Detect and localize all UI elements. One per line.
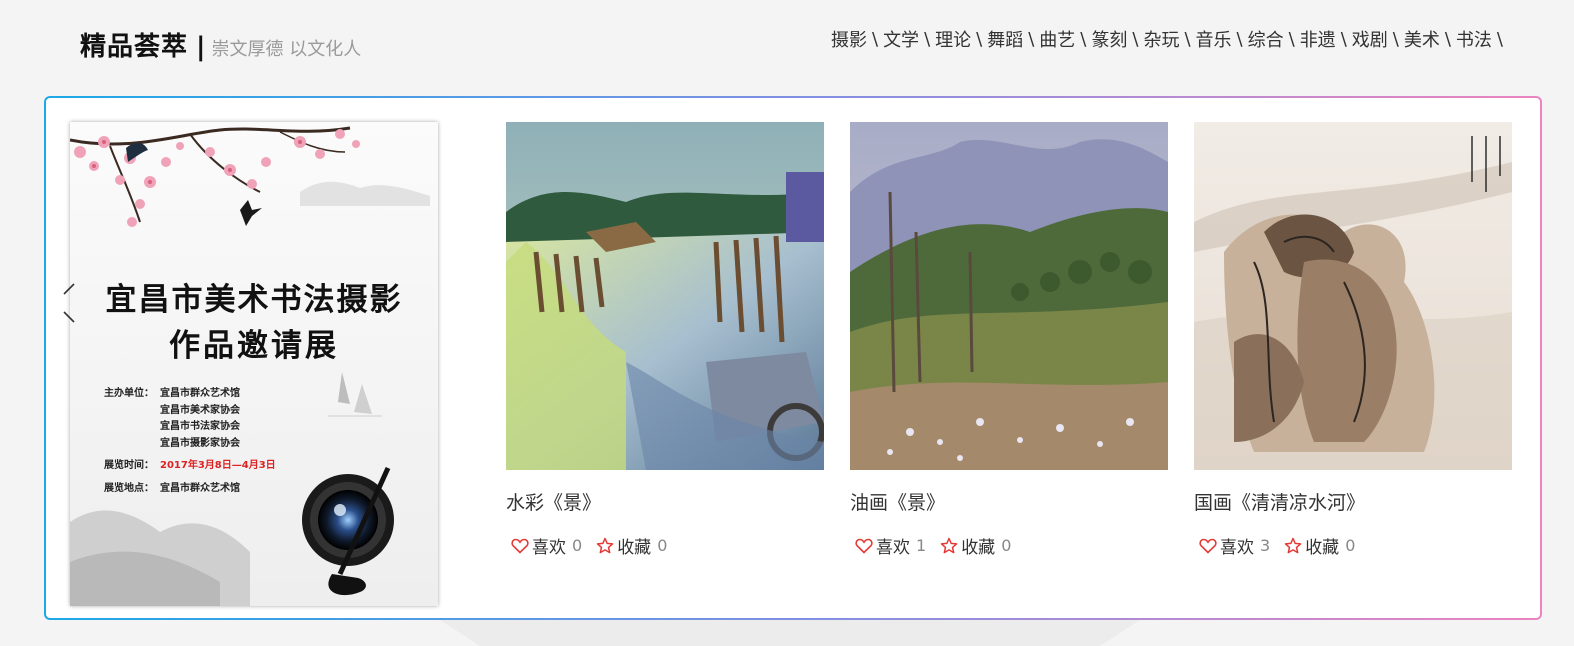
bottom-decoration <box>440 620 1140 646</box>
like-button[interactable]: 喜欢 3 <box>1199 533 1270 558</box>
heart-icon <box>1199 538 1217 554</box>
category-link-theory[interactable]: 理论 <box>935 26 971 52</box>
category-link-literature[interactable]: 文学 <box>883 26 919 52</box>
favorite-label: 收藏 <box>961 538 996 558</box>
nav-separator: \ <box>871 28 879 50</box>
category-link-heritage[interactable]: 非遗 <box>1300 26 1336 52</box>
artwork-image-watercolor[interactable] <box>506 122 824 470</box>
poster-venue-row: 展览地点： 宜昌市群众艺术馆 <box>104 481 276 498</box>
artwork-image-ink[interactable] <box>1194 122 1512 470</box>
category-link-drama[interactable]: 戏剧 <box>1352 26 1388 52</box>
poster-organizer: 宜昌市摄影家协会 <box>160 437 240 449</box>
star-icon <box>940 537 958 553</box>
poster-organizer: 宜昌市群众艺术馆 <box>160 388 240 399</box>
favorite-button[interactable]: 收藏 0 <box>596 533 667 558</box>
artwork-title[interactable]: 国画《清清凉水河》 <box>1194 488 1512 515</box>
section-header: 精品荟萃 | 崇文厚德 以文化人 <box>80 26 361 63</box>
poster-title-line-1: 宜昌市美术书法摄影 <box>105 282 403 318</box>
chevron-right-icon[interactable] <box>58 308 78 328</box>
favorite-button[interactable]: 收藏 0 <box>940 533 1011 558</box>
chevron-left-icon[interactable] <box>58 282 78 302</box>
category-link-seal-carving[interactable]: 篆刻 <box>1091 26 1127 52</box>
title-divider: | <box>196 32 206 62</box>
poster-organizer-row: 宜昌市美术家协会 <box>104 403 276 420</box>
star-icon <box>1284 537 1302 553</box>
poster-organizer-label: 主办单位： <box>104 388 154 399</box>
favorite-count: 0 <box>1001 536 1012 555</box>
poster-time-label: 展览时间： <box>104 460 154 471</box>
category-link-calligraphy[interactable]: 书法 <box>1456 26 1492 52</box>
like-count: 3 <box>1260 536 1271 555</box>
nav-separator: \ <box>1080 28 1087 50</box>
favorite-label: 收藏 <box>1305 538 1340 558</box>
nav-separator: \ <box>924 28 931 50</box>
heart-icon <box>855 538 873 554</box>
like-button[interactable]: 喜欢 1 <box>855 533 926 558</box>
nav-separator: \ <box>1132 28 1139 50</box>
poster-venue-value: 宜昌市群众艺术馆 <box>160 482 240 494</box>
poster-title-line-2: 作品邀请展 <box>169 328 339 364</box>
category-link-music[interactable]: 音乐 <box>1196 26 1232 52</box>
favorite-button[interactable]: 收藏 0 <box>1284 533 1355 558</box>
like-label: 喜欢 <box>532 538 566 558</box>
poster-organizer: 宜昌市美术家协会 <box>160 404 240 416</box>
artwork-title[interactable]: 油画《景》 <box>850 488 1168 515</box>
poster-organizer-row: 主办单位： 宜昌市群众艺术馆 <box>104 386 276 403</box>
artwork-card: 国画《清清凉水河》 喜欢 3 收藏 0 <box>1194 122 1512 558</box>
nav-separator: \ <box>1340 28 1347 50</box>
artwork-actions: 喜欢 1 收藏 0 <box>850 533 1168 558</box>
category-link-fine-arts[interactable]: 美术 <box>1404 26 1440 52</box>
star-icon <box>596 537 614 553</box>
section-subtitle: 崇文厚德 以文化人 <box>211 39 362 60</box>
showcase-panel: 宜昌市美术书法摄影 作品邀请展 主办单位： 宜昌市群众艺术馆 宜昌市美术家协会 … <box>44 96 1542 620</box>
like-label: 喜欢 <box>876 538 910 558</box>
exhibition-poster[interactable]: 宜昌市美术书法摄影 作品邀请展 主办单位： 宜昌市群众艺术馆 宜昌市美术家协会 … <box>70 122 438 606</box>
like-count: 1 <box>916 536 927 555</box>
poster-time-value: 2017年3月8日—4月3日 <box>160 460 276 471</box>
poster-venue-label: 展览地点： <box>104 482 154 494</box>
artwork-card: 水彩《景》 喜欢 0 收藏 0 <box>506 122 824 558</box>
nav-separator: \ <box>976 28 983 50</box>
poster-organizer-row: 宜昌市书法家协会 <box>104 419 276 436</box>
nav-separator: \ <box>1444 28 1451 50</box>
artwork-actions: 喜欢 3 收藏 0 <box>1194 533 1512 558</box>
category-link-dance[interactable]: 舞蹈 <box>987 26 1023 52</box>
artwork-image-oil[interactable] <box>850 122 1168 470</box>
artwork-actions: 喜欢 0 收藏 0 <box>506 533 824 558</box>
showcase-inner: 宜昌市美术书法摄影 作品邀请展 主办单位： 宜昌市群众艺术馆 宜昌市美术家协会 … <box>46 98 1540 618</box>
like-count: 0 <box>572 536 583 555</box>
like-button[interactable]: 喜欢 0 <box>511 533 582 558</box>
category-link-variety[interactable]: 杂玩 <box>1143 26 1179 52</box>
nav-separator: \ <box>1288 28 1295 50</box>
section-title: 精品荟萃 <box>80 32 189 62</box>
category-link-general[interactable]: 综合 <box>1248 26 1284 52</box>
heart-icon <box>511 538 529 554</box>
poster-info: 主办单位： 宜昌市群众艺术馆 宜昌市美术家协会 宜昌市书法家协会 宜昌市摄影家协… <box>104 386 276 497</box>
category-nav: 摄影 \ 文学 \ 理论 \ 舞蹈 \ 曲艺 \ 篆刻 \ 杂玩 \ 音乐 \ … <box>831 26 1508 52</box>
category-link-quyi[interactable]: 曲艺 <box>1039 26 1075 52</box>
favorite-count: 0 <box>657 536 668 555</box>
nav-separator: \ <box>1184 28 1191 50</box>
nav-separator: \ <box>1028 28 1035 50</box>
poster-time-row: 展览时间： 2017年3月8日—4月3日 <box>104 458 276 475</box>
poster-organizer: 宜昌市书法家协会 <box>160 421 240 432</box>
favorite-label: 收藏 <box>617 538 652 558</box>
nav-separator: \ <box>1236 28 1243 50</box>
like-label: 喜欢 <box>1220 538 1254 558</box>
poster-organizer-row: 宜昌市摄影家协会 <box>104 436 276 453</box>
artwork-title[interactable]: 水彩《景》 <box>506 488 824 515</box>
category-link-photography[interactable]: 摄影 <box>831 26 867 52</box>
nav-separator: \ <box>1496 28 1503 50</box>
favorite-count: 0 <box>1345 536 1356 555</box>
artwork-card: 油画《景》 喜欢 1 收藏 0 <box>850 122 1168 558</box>
nav-separator: \ <box>1392 28 1399 50</box>
